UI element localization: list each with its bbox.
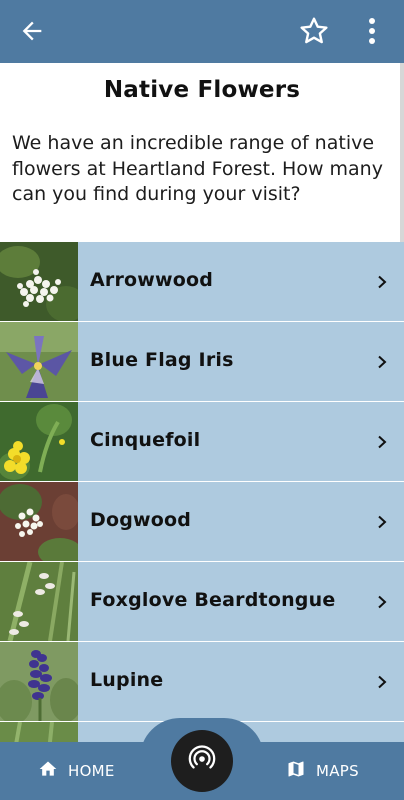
chevron-right-icon — [376, 434, 388, 449]
list-item-label: Foxglove Beardtongue — [90, 589, 336, 611]
arrow-left-icon[interactable] — [18, 17, 46, 45]
flower-thumbnail — [0, 242, 78, 321]
app-bar — [0, 0, 404, 63]
list-item-label: Blue Flag Iris — [90, 349, 234, 371]
list-item-label: Dogwood — [90, 509, 192, 531]
chevron-right-icon — [376, 354, 388, 369]
list-item-label: Cinquefoil — [90, 429, 201, 451]
list-item-blue-flag-iris[interactable]: Blue Flag Iris — [0, 322, 404, 401]
nav-maps-label: MAPS — [316, 762, 359, 780]
flower-thumbnail — [0, 482, 78, 561]
page-title: Native Flowers — [103, 77, 301, 103]
flower-list: Arrowwood Blue Flag Iris Cinquefoil Dogw… — [0, 242, 404, 800]
list-item-cinquefoil[interactable]: Cinquefoil — [0, 402, 404, 481]
nav-home-label: HOME — [68, 762, 115, 780]
beacon-icon — [187, 744, 217, 778]
list-item-lupine[interactable]: Lupine — [0, 642, 404, 721]
chevron-right-icon — [376, 274, 388, 289]
intro-text: We have an incredible range of native fl… — [12, 132, 383, 205]
beacon-button[interactable] — [171, 730, 233, 792]
chevron-right-icon — [376, 514, 388, 529]
flower-thumbnail — [0, 402, 78, 481]
map-icon — [286, 759, 306, 783]
intro-section: Native Flowers We have an incredible ran… — [0, 63, 400, 242]
chevron-right-icon — [376, 674, 388, 689]
list-item-arrowwood[interactable]: Arrowwood — [0, 242, 404, 321]
list-item-label: Lupine — [90, 669, 164, 691]
chevron-right-icon — [376, 594, 388, 609]
more-vertical-icon[interactable] — [360, 15, 384, 47]
list-item-dogwood[interactable]: Dogwood — [0, 482, 404, 561]
flower-thumbnail — [0, 562, 78, 641]
flower-thumbnail — [0, 642, 78, 721]
list-item-label: Arrowwood — [90, 269, 214, 291]
star-outline-icon[interactable] — [298, 15, 330, 47]
nav-home-button[interactable]: HOME — [38, 756, 115, 786]
home-icon — [38, 759, 58, 783]
nav-maps-button[interactable]: MAPS — [286, 756, 359, 786]
flower-thumbnail — [0, 322, 78, 401]
list-item-foxglove-beardtongue[interactable]: Foxglove Beardtongue — [0, 562, 404, 641]
